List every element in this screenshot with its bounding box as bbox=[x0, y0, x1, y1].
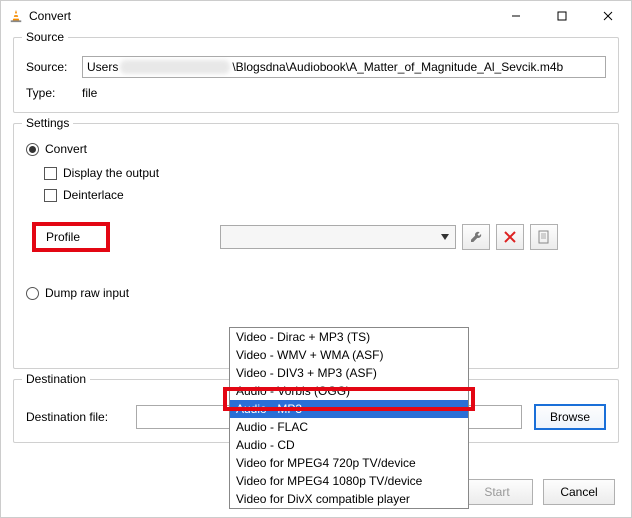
new-profile-button[interactable] bbox=[530, 224, 558, 250]
settings-group-label: Settings bbox=[22, 116, 73, 130]
dump-raw-radio[interactable] bbox=[26, 287, 39, 300]
profile-option[interactable]: Audio - CD bbox=[230, 436, 468, 454]
titlebar: Convert bbox=[1, 1, 631, 31]
profile-option[interactable]: Video - DIV3 + MP3 (ASF) bbox=[230, 364, 468, 382]
edit-profile-button[interactable] bbox=[462, 224, 490, 250]
deinterlace-checkbox[interactable] bbox=[44, 189, 57, 202]
source-group: Source Source: Users \Blogsdna\Audiobook… bbox=[13, 37, 619, 113]
source-path-suffix: \Blogsdna\Audiobook\A_Matter_of_Magnitud… bbox=[232, 60, 563, 74]
cancel-button[interactable]: Cancel bbox=[543, 479, 615, 505]
source-label: Source: bbox=[26, 60, 82, 74]
source-path-prefix: Users bbox=[87, 60, 118, 74]
source-group-label: Source bbox=[22, 30, 68, 44]
type-value: file bbox=[82, 86, 97, 100]
profile-option[interactable]: Video - WMV + WMA (ASF) bbox=[230, 346, 468, 364]
wrench-icon bbox=[469, 230, 483, 244]
source-path-field[interactable]: Users \Blogsdna\Audiobook\A_Matter_of_Ma… bbox=[82, 56, 606, 78]
profile-dropdown-list: Video - Dirac + MP3 (TS) Video - WMV + W… bbox=[229, 327, 469, 509]
profile-option[interactable]: Video for MPEG4 1080p TV/device bbox=[230, 472, 468, 490]
profile-combobox[interactable] bbox=[220, 225, 456, 249]
window-title: Convert bbox=[29, 9, 71, 23]
profile-label: Profile bbox=[32, 222, 110, 252]
type-label: Type: bbox=[26, 86, 82, 100]
dump-raw-label: Dump raw input bbox=[45, 286, 129, 300]
profile-option-selected[interactable]: Audio - MP3 bbox=[230, 400, 468, 418]
dialog-buttons: Start Cancel bbox=[461, 479, 615, 505]
minimize-button[interactable] bbox=[493, 1, 539, 31]
new-profile-icon bbox=[537, 230, 551, 244]
profile-option[interactable]: Video - Dirac + MP3 (TS) bbox=[230, 328, 468, 346]
display-output-label: Display the output bbox=[63, 166, 159, 180]
profile-option[interactable]: Video for MPEG4 720p TV/device bbox=[230, 454, 468, 472]
profile-option[interactable]: Audio - Vorbis (OGG) bbox=[230, 382, 468, 400]
close-button[interactable] bbox=[585, 1, 631, 31]
delete-profile-button[interactable] bbox=[496, 224, 524, 250]
delete-icon bbox=[504, 231, 516, 243]
profile-option[interactable]: Audio - FLAC bbox=[230, 418, 468, 436]
vlc-icon bbox=[9, 9, 23, 23]
browse-button[interactable]: Browse bbox=[534, 404, 606, 430]
deinterlace-label: Deinterlace bbox=[63, 188, 124, 202]
convert-radio-label: Convert bbox=[45, 142, 87, 156]
start-button[interactable]: Start bbox=[461, 479, 533, 505]
redacted-segment bbox=[120, 60, 230, 74]
convert-radio[interactable] bbox=[26, 143, 39, 156]
destination-group-label: Destination bbox=[22, 372, 90, 386]
window-buttons bbox=[493, 1, 631, 31]
profile-option[interactable]: Video for DivX compatible player bbox=[230, 490, 468, 508]
display-output-checkbox[interactable] bbox=[44, 167, 57, 180]
chevron-down-icon bbox=[441, 234, 449, 240]
maximize-button[interactable] bbox=[539, 1, 585, 31]
destination-file-label: Destination file: bbox=[26, 410, 136, 424]
convert-dialog: Convert Source Source: Users \Blogsdna\A… bbox=[0, 0, 632, 518]
